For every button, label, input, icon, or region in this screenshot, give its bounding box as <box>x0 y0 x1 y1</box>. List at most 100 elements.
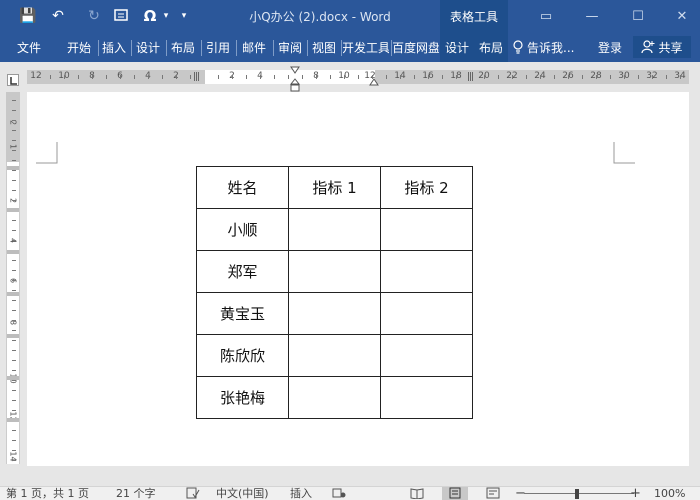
tab-layout[interactable]: 布局 <box>168 32 198 62</box>
ruler-tick <box>456 75 457 79</box>
table-row: 郑军 <box>196 250 473 293</box>
vertical-ruler-tick <box>12 220 16 221</box>
tell-me-search[interactable]: 告诉我... <box>512 32 574 62</box>
zoom-level[interactable]: 100% <box>654 487 685 500</box>
table-cell[interactable] <box>288 250 381 293</box>
table-cell[interactable] <box>380 250 473 293</box>
print-layout-icon[interactable] <box>442 487 468 500</box>
tab-separator <box>236 40 237 56</box>
row-boundary-marker[interactable] <box>7 166 19 170</box>
minimize-button[interactable]: — <box>574 0 610 32</box>
row-boundary-marker[interactable] <box>7 292 19 296</box>
ruler-tick <box>246 75 247 79</box>
share-label: 共享 <box>658 40 683 55</box>
read-mode-icon[interactable] <box>410 487 424 500</box>
first-line-indent-marker[interactable] <box>290 66 300 74</box>
table-cell[interactable] <box>380 376 473 419</box>
redo-icon[interactable]: ↻ <box>84 6 104 26</box>
vertical-ruler-tick <box>12 340 16 341</box>
tab-file[interactable]: 文件 <box>8 32 50 62</box>
right-indent-marker[interactable] <box>369 78 379 86</box>
table-header-cell[interactable]: 指标 2 <box>380 166 473 209</box>
ruler-tick <box>106 75 107 79</box>
ribbon-tabs: 文件 开始 插入 设计 布局 引用 邮件 审阅 视图 开发工具 百度网盘 设计 … <box>0 32 700 62</box>
vertical-ruler-tick <box>12 140 16 141</box>
format-painter-icon[interactable] <box>112 6 132 26</box>
language-indicator[interactable]: 中文(中国) <box>216 487 269 500</box>
table-header-cell[interactable]: 姓名 <box>196 166 289 209</box>
undo-icon[interactable]: ↶ <box>48 6 68 26</box>
tab-home[interactable]: 开始 <box>62 32 96 62</box>
table-cell-name[interactable]: 张艳梅 <box>196 376 289 419</box>
ruler-tick <box>78 75 79 79</box>
tab-selector[interactable] <box>7 74 19 86</box>
status-bar: 第 1 页，共 1 页 21 个字 中文(中国) 插入 − + 100% <box>0 486 700 500</box>
ruler-tick <box>50 75 51 79</box>
tab-developer[interactable]: 开发工具 <box>343 32 389 62</box>
row-boundary-marker[interactable] <box>7 334 19 338</box>
table-header-cell[interactable]: 指标 1 <box>288 166 381 209</box>
tab-design[interactable]: 设计 <box>133 32 163 62</box>
table-cell[interactable] <box>380 292 473 335</box>
vertical-ruler-tick <box>12 150 16 151</box>
table-cell[interactable] <box>380 208 473 251</box>
tab-table-layout[interactable]: 布局 <box>474 32 508 62</box>
ruler-column-marker[interactable] <box>194 72 199 81</box>
ruler-tick <box>176 75 177 79</box>
table-row: 陈欣欣 <box>196 334 473 377</box>
zoom-in-button[interactable]: + <box>630 487 641 500</box>
vertical-ruler-tick <box>12 370 16 371</box>
tab-view[interactable]: 视图 <box>309 32 339 62</box>
ruler-tick <box>218 75 219 79</box>
row-boundary-marker[interactable] <box>7 376 19 380</box>
row-boundary-marker[interactable] <box>7 418 19 422</box>
tab-references[interactable]: 引用 <box>203 32 233 62</box>
table-cell[interactable] <box>288 292 381 335</box>
table-row: 小顺 <box>196 208 473 251</box>
row-boundary-marker[interactable] <box>7 208 19 212</box>
word-count[interactable]: 21 个字 <box>116 487 156 500</box>
proofing-icon[interactable] <box>186 487 200 500</box>
table-cell-name[interactable]: 郑军 <box>196 250 289 293</box>
maximize-button[interactable]: ☐ <box>620 0 656 32</box>
row-boundary-marker[interactable] <box>7 250 19 254</box>
table-cell[interactable] <box>288 376 381 419</box>
insert-mode[interactable]: 插入 <box>290 487 312 500</box>
vertical-ruler-tick <box>12 240 16 241</box>
symbol-dropdown-icon[interactable]: ▾ <box>156 6 176 26</box>
table-cell-name[interactable]: 黄宝玉 <box>196 292 289 335</box>
tab-baidu-netdisk[interactable]: 百度网盘 <box>393 32 439 62</box>
table-row: 张艳梅 <box>196 376 473 419</box>
table-cell-name[interactable]: 陈欣欣 <box>196 334 289 377</box>
table-cell[interactable] <box>288 208 381 251</box>
macro-record-icon[interactable] <box>332 487 346 500</box>
ribbon-display-options-icon[interactable]: ▭ <box>528 0 564 32</box>
lightbulb-icon <box>513 40 523 54</box>
login-link[interactable]: 登录 <box>598 32 622 62</box>
vertical-ruler-label: 8 <box>8 319 18 326</box>
ruler-tick <box>386 75 387 79</box>
hanging-indent-marker[interactable] <box>290 78 300 92</box>
save-icon[interactable]: 💾 <box>18 6 38 26</box>
table-cell-name[interactable]: 小顺 <box>196 208 289 251</box>
ruler-tick <box>498 75 499 79</box>
zoom-slider-thumb[interactable] <box>575 489 579 499</box>
vertical-ruler-tick <box>12 190 16 191</box>
zoom-slider-track[interactable] <box>524 493 634 494</box>
vertical-ruler-tick <box>12 100 16 101</box>
share-button[interactable]: 共享 <box>633 36 691 58</box>
tab-separator <box>273 40 274 56</box>
tab-table-design[interactable]: 设计 <box>440 32 474 62</box>
web-layout-icon[interactable] <box>486 487 500 500</box>
customize-toolbar-icon[interactable]: ▾ <box>174 6 194 26</box>
ruler-label: 12 <box>30 71 42 81</box>
tab-review[interactable]: 审阅 <box>275 32 305 62</box>
page-count[interactable]: 第 1 页，共 1 页 <box>6 487 89 500</box>
document-table[interactable]: 姓名 指标 1 指标 2 小顺 郑军 黄宝玉 陈欣欣 张艳梅 <box>196 166 473 419</box>
close-button[interactable]: ✕ <box>664 0 700 32</box>
table-cell[interactable] <box>380 334 473 377</box>
ruler-column-marker[interactable] <box>468 72 473 81</box>
tab-mailings[interactable]: 邮件 <box>238 32 270 62</box>
table-cell[interactable] <box>288 334 381 377</box>
tab-insert[interactable]: 插入 <box>99 32 129 62</box>
